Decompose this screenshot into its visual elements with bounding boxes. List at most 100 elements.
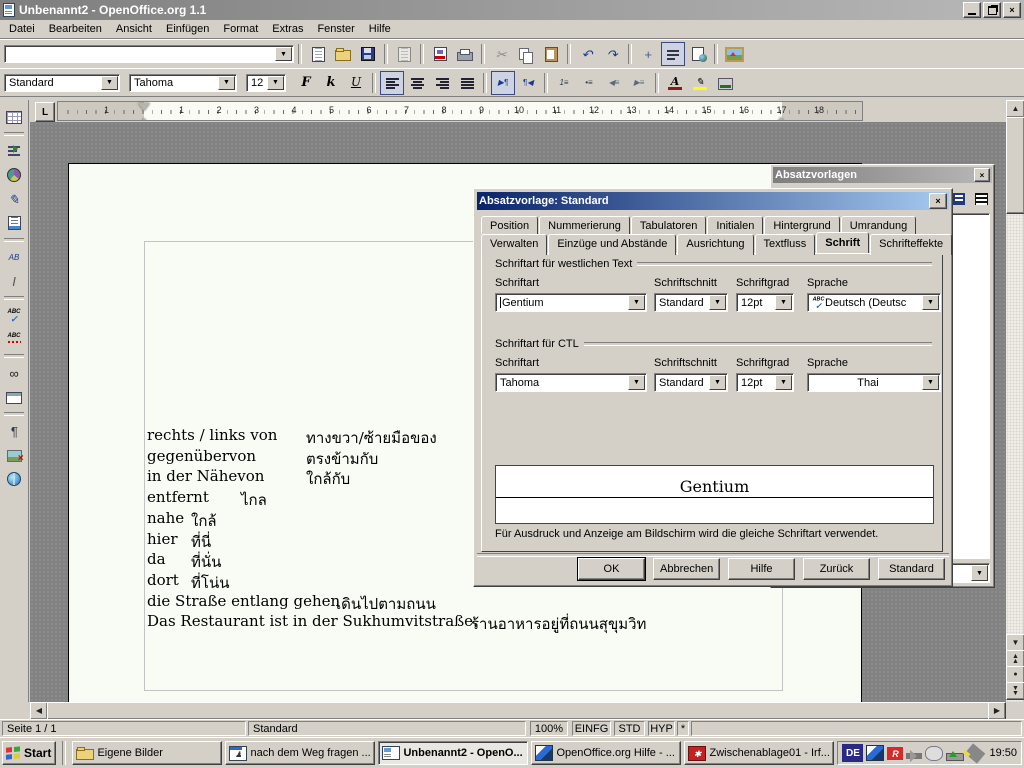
- url-combobox[interactable]: ▼: [4, 45, 294, 63]
- keyboard-language-indicator[interactable]: DE: [842, 744, 863, 762]
- ok-button[interactable]: OK: [578, 558, 645, 580]
- cancel-button[interactable]: Abbrechen: [653, 558, 720, 580]
- scroll-left-button[interactable]: ◀: [30, 702, 48, 720]
- insert-fields-button[interactable]: [2, 139, 26, 163]
- highlighting-button[interactable]: [688, 71, 712, 95]
- minimize-button[interactable]: [963, 2, 981, 18]
- dialog-close-button[interactable]: ×: [929, 193, 947, 209]
- western-style-combobox[interactable]: Standard ▼: [654, 293, 728, 312]
- font-dropdown-button[interactable]: ▼: [218, 76, 235, 90]
- western-font-combobox[interactable]: Gentium ▼: [495, 293, 647, 312]
- status-insert-mode[interactable]: EINFG: [572, 721, 611, 736]
- insert-object-button[interactable]: [2, 163, 26, 187]
- stylist-button[interactable]: [661, 42, 685, 66]
- new-document-button[interactable]: [306, 42, 330, 66]
- dropdown-button[interactable]: ▼: [628, 375, 645, 390]
- tab-verwalten[interactable]: Verwalten: [481, 234, 547, 255]
- dropdown-button[interactable]: ▼: [775, 295, 792, 310]
- start-button[interactable]: Start: [2, 741, 56, 765]
- bold-button[interactable]: F: [294, 71, 318, 95]
- taskbar-item-nach-dem-weg-fragen[interactable]: nach dem Weg fragen ...: [225, 741, 375, 765]
- horizontal-scrollbar[interactable]: ◀ ▶: [30, 702, 1006, 718]
- next-page-button[interactable]: ▼ ▼: [1006, 682, 1024, 700]
- back-button[interactable]: Zurück: [803, 558, 870, 580]
- numbered-list-button[interactable]: 1≡: [552, 71, 576, 95]
- edit-file-button[interactable]: [392, 42, 416, 66]
- status-selection-mode[interactable]: STD: [614, 721, 645, 736]
- restore-button[interactable]: [983, 2, 1001, 18]
- align-justify-button[interactable]: [455, 71, 479, 95]
- find-replace-button[interactable]: ∞: [2, 361, 26, 385]
- status-page-style[interactable]: Standard: [248, 721, 526, 736]
- navigator-button[interactable]: +: [636, 42, 660, 66]
- tab-position[interactable]: Position: [481, 216, 538, 234]
- ctl-font-combobox[interactable]: Tahoma ▼: [495, 373, 647, 392]
- clock[interactable]: 19:50: [989, 747, 1017, 759]
- paragraph-background-button[interactable]: [713, 71, 737, 95]
- font-name-combobox[interactable]: Tahoma ▼: [129, 74, 237, 92]
- left-indent-marker[interactable]: [138, 112, 150, 121]
- print-button[interactable]: [453, 42, 477, 66]
- stylist-titlebar[interactable]: Absatzvorlagen ×: [773, 167, 992, 183]
- dropdown-button[interactable]: ▼: [922, 295, 939, 310]
- paragraph-style-combobox[interactable]: Standard ▼: [4, 74, 120, 92]
- cut-button[interactable]: ✂: [489, 42, 513, 66]
- help-button[interactable]: Hilfe: [728, 558, 795, 580]
- menu-extras[interactable]: Extras: [265, 21, 310, 37]
- insert-button[interactable]: [2, 105, 26, 129]
- menu-format[interactable]: Format: [216, 21, 265, 37]
- increase-indent-button[interactable]: ▶≡: [627, 71, 651, 95]
- italic-button[interactable]: k: [319, 71, 343, 95]
- western-size-combobox[interactable]: 12pt ▼: [736, 293, 794, 312]
- usb-eject-icon[interactable]: [946, 753, 964, 761]
- horizontal-ruler[interactable]: 1123456789101112131415161718: [57, 101, 863, 121]
- tab-initialen[interactable]: Initialen: [707, 216, 763, 234]
- form-functions-button[interactable]: [2, 211, 26, 235]
- tab-schrift[interactable]: Schrift: [816, 232, 869, 253]
- status-zoom[interactable]: 100%: [530, 721, 568, 736]
- vertical-scroll-thumb[interactable]: [1006, 117, 1024, 214]
- url-dropdown-button[interactable]: ▼: [275, 47, 292, 61]
- right-indent-marker[interactable]: [775, 111, 787, 121]
- scroll-right-button[interactable]: ▶: [988, 702, 1006, 720]
- pen-tablet-icon[interactable]: [965, 743, 986, 763]
- undo-button[interactable]: ↶: [575, 42, 599, 66]
- standard-button[interactable]: Standard: [878, 558, 945, 580]
- dropdown-button[interactable]: ▼: [922, 375, 939, 390]
- copy-button[interactable]: [514, 42, 538, 66]
- tab-textfluss[interactable]: Textfluss: [755, 234, 816, 255]
- mouse-settings-icon[interactable]: [925, 746, 943, 761]
- open-button[interactable]: [331, 42, 355, 66]
- save-button[interactable]: [356, 42, 380, 66]
- ctl-size-combobox[interactable]: 12pt ▼: [736, 373, 794, 392]
- dropdown-button[interactable]: ▼: [775, 375, 792, 390]
- align-center-button[interactable]: [405, 71, 429, 95]
- menu-datei[interactable]: Datei: [2, 21, 42, 37]
- volume-icon[interactable]: [906, 753, 922, 759]
- draw-functions-button[interactable]: ✎: [2, 187, 26, 211]
- redo-button[interactable]: ↷: [600, 42, 624, 66]
- tab-type-selector[interactable]: L: [35, 102, 55, 122]
- vertical-scrollbar[interactable]: ▲ ▼ ▲ ▲ ● ▼ ▼: [1006, 100, 1023, 702]
- antivirus-icon[interactable]: [887, 747, 903, 760]
- dropdown-button[interactable]: ▼: [709, 375, 726, 390]
- tab-einz-ge-und-abst-nde[interactable]: Einzüge und Abstände: [548, 234, 676, 255]
- close-button[interactable]: ×: [1003, 2, 1021, 18]
- font-size-combobox[interactable]: 12 ▼: [246, 74, 286, 92]
- stylist-dropdown-button[interactable]: ▼: [971, 565, 988, 581]
- stylist-close-button[interactable]: ×: [974, 168, 990, 182]
- graphics-on-off-button[interactable]: [2, 443, 26, 467]
- menu-fenster[interactable]: Fenster: [310, 21, 361, 37]
- menu-hilfe[interactable]: Hilfe: [362, 21, 398, 37]
- dropdown-button[interactable]: ▼: [628, 295, 645, 310]
- style-dropdown-button[interactable]: ▼: [101, 76, 118, 90]
- align-left-button[interactable]: [380, 71, 404, 95]
- decrease-indent-button[interactable]: ◀≡: [602, 71, 626, 95]
- taskbar-item-eigene-bilder[interactable]: Eigene Bilder: [72, 741, 222, 765]
- tab-nummerierung[interactable]: Nummerierung: [539, 216, 630, 234]
- nonprinting-characters-button[interactable]: ¶: [2, 419, 26, 443]
- hyperlink-bar-button[interactable]: [686, 42, 710, 66]
- taskbar-item-zwischenablage01-irf[interactable]: Zwischenablage01 - Irf...: [684, 741, 834, 765]
- export-pdf-button[interactable]: [428, 42, 452, 66]
- size-dropdown-button[interactable]: ▼: [267, 76, 284, 90]
